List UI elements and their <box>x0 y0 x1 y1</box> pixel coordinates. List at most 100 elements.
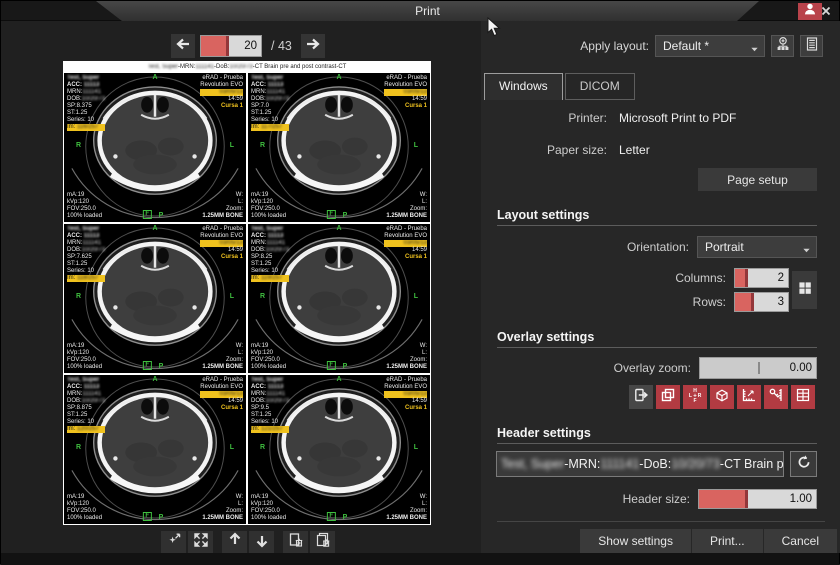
tab-dicom[interactable]: DICOM <box>565 73 635 100</box>
overlay-line: 1.25MM BONE <box>386 515 427 522</box>
overlay-line: ST:1.25 <box>251 261 289 268</box>
overlay-block: mA:19kVp:120FOV:250.0100% loaded <box>251 343 286 371</box>
overlay-line: Zoom: <box>386 357 427 364</box>
overlay-block: mA:19kVp:120FOV:250.0100% loaded <box>67 192 102 220</box>
tab-windows[interactable]: Windows <box>484 73 563 100</box>
close-icon <box>821 3 831 21</box>
page-setup-button[interactable]: Page setup <box>698 168 817 191</box>
overlay-zoom-slider[interactable]: 0.00 <box>699 357 817 379</box>
orientation-cube-marker: F <box>143 210 152 219</box>
next-page-button[interactable] <box>301 34 325 58</box>
overlay-line: DOB:10/20/73 <box>251 96 289 103</box>
arrow-right-icon <box>305 36 321 57</box>
overlay-line: 14:59 <box>384 247 427 254</box>
orientation-letters-toggle-button[interactable]: HLRF+ <box>683 385 707 409</box>
overlay-export-toggle-button[interactable] <box>629 385 653 409</box>
overlay-line: MRN:111141 <box>67 89 105 96</box>
reset-header-button[interactable] <box>790 451 817 477</box>
overlay-line: 03/05/13 <box>200 89 243 96</box>
layout-list-icon <box>804 36 820 57</box>
ct-image-cell-1[interactable]: Test, SuperACC: 11113MRN:111141DOB:10/20… <box>64 73 246 222</box>
chevron-down-icon <box>750 43 759 57</box>
overlay-line: Test, Super <box>251 75 289 82</box>
prev-page-button[interactable] <box>171 34 195 58</box>
overlay-line: mA:19 <box>67 343 102 350</box>
overlay-block: Test, SuperACC: 11113MRN:111141DOB:10/20… <box>251 75 289 131</box>
orientation-cube-marker: F <box>327 210 336 219</box>
cube-toggle-button[interactable] <box>710 385 734 409</box>
overlay-line: SP:7.0 <box>251 103 289 110</box>
show-settings-button[interactable]: Show settings <box>580 529 691 553</box>
rows-row: Rows: 3 <box>497 292 789 312</box>
preview-cell-grid: Test, Super ACC: 11113 MRN:111141 DOB:10/20… <box>64 73 430 524</box>
cancel-button[interactable]: Cancel <box>764 529 837 553</box>
text-part: -MRN: <box>178 64 195 70</box>
orientation-marker-right: R <box>260 142 265 149</box>
ct-image-cell-2[interactable]: Test, SuperACC: 11113MRN:111141DOB:10/20… <box>248 73 430 222</box>
overlay-line: eRAD - Prueba <box>200 226 243 233</box>
ct-image-cell-6[interactable]: Test, SuperACC: 11113MRN:111141DOB:10/20… <box>248 375 430 524</box>
grid-layout-button[interactable] <box>792 271 817 309</box>
overlay-line: L: <box>386 350 427 357</box>
manage-layouts-button[interactable] <box>800 35 823 57</box>
expand-button[interactable] <box>188 531 213 553</box>
print-button[interactable]: Print... <box>692 529 763 553</box>
overlay-block: Test, SuperACC: 11113MRN:111141DOB:10/20… <box>67 75 105 131</box>
orientation-marker-left: L <box>414 293 418 300</box>
overlay-line: Series: 10 <box>67 419 105 426</box>
close-button[interactable] <box>814 3 838 20</box>
layers-toggle-button[interactable] <box>656 385 680 409</box>
overlay-line: 100% loaded <box>67 364 102 371</box>
ct-image-cell-3[interactable]: Test, SuperACC: 11113MRN:111141DOB:10/20… <box>64 224 246 373</box>
overlay-line: FOV:250.0 <box>67 357 102 364</box>
grid-table-toggle-button[interactable] <box>791 385 815 409</box>
orientation-marker-posterior: P <box>159 514 164 521</box>
orientation-cube-marker: F <box>327 512 336 521</box>
fit-zoom-button[interactable] <box>161 531 186 553</box>
overlay-line: eRAD - Prueba <box>384 377 427 384</box>
orientation-marker-posterior: P <box>159 212 164 219</box>
overlay-line: 100% loaded <box>251 515 286 522</box>
orientation-marker-right: R <box>260 293 265 300</box>
page-number-spinner[interactable]: 20 <box>200 35 262 57</box>
ruler-corner-toggle-button[interactable] <box>737 385 761 409</box>
orientation-marker-anterior: A <box>152 225 157 232</box>
save-layout-button[interactable] <box>771 35 794 57</box>
header-size-slider[interactable]: 1.00 <box>698 489 817 509</box>
overlay-line: Series: 10 <box>251 117 289 124</box>
delete-page-button[interactable] <box>283 531 308 553</box>
text-part: -MRN: <box>564 457 600 471</box>
delete-all-pages-button[interactable] <box>310 531 335 553</box>
overlay-line: Revolution EVO <box>200 82 243 89</box>
paper-size-value: Letter <box>619 143 650 157</box>
overlay-line: eRAD - Prueba <box>200 75 243 82</box>
svg-text:R: R <box>698 393 702 399</box>
key-ruler-toggle-button[interactable] <box>764 385 788 409</box>
ct-image-cell-4[interactable]: Test, SuperACC: 11113MRN:111141DOB:10/20… <box>248 224 430 373</box>
orientation-select[interactable]: Portrait <box>697 236 817 258</box>
spinner-fill <box>201 36 229 56</box>
overlay-toggle-row: HLRF+ <box>629 385 815 409</box>
arrow-left-icon <box>175 36 191 57</box>
orientation-marker-anterior: A <box>336 376 341 383</box>
move-down-button[interactable] <box>249 531 274 553</box>
spinner-fill <box>735 269 748 287</box>
rows-spinner[interactable]: 3 <box>734 292 789 312</box>
apply-layout-select[interactable]: Default * <box>655 35 765 57</box>
overlay-line: W: <box>202 192 243 199</box>
text-part: Test, Super <box>501 457 564 471</box>
title-tab: Print <box>96 1 759 21</box>
overlay-block: eRAD - PruebaRevolution EVO03/05/1314:59… <box>384 377 427 412</box>
overlay-line: Revolution EVO <box>384 82 427 89</box>
move-up-button[interactable] <box>222 531 247 553</box>
overlay-line: Im: 119/257 <box>251 275 289 282</box>
orientation-marker-posterior: P <box>343 363 348 370</box>
text-part: -DoB: <box>639 457 671 471</box>
ct-image-cell-5[interactable]: Test, SuperACC: 11113MRN:111141DOB:10/20… <box>64 375 246 524</box>
overlay-line: ACC: 11113 <box>67 233 105 240</box>
columns-spinner[interactable]: 2 <box>734 268 789 288</box>
overlay-block: mA:19kVp:120FOV:250.0100% loaded <box>67 343 102 371</box>
header-text-input[interactable]: Test, Super-MRN:111141-DoB:10/20/73-CT B… <box>496 451 784 477</box>
overlay-line: Cursa 1 <box>384 103 427 110</box>
move-down-icon <box>254 532 270 553</box>
